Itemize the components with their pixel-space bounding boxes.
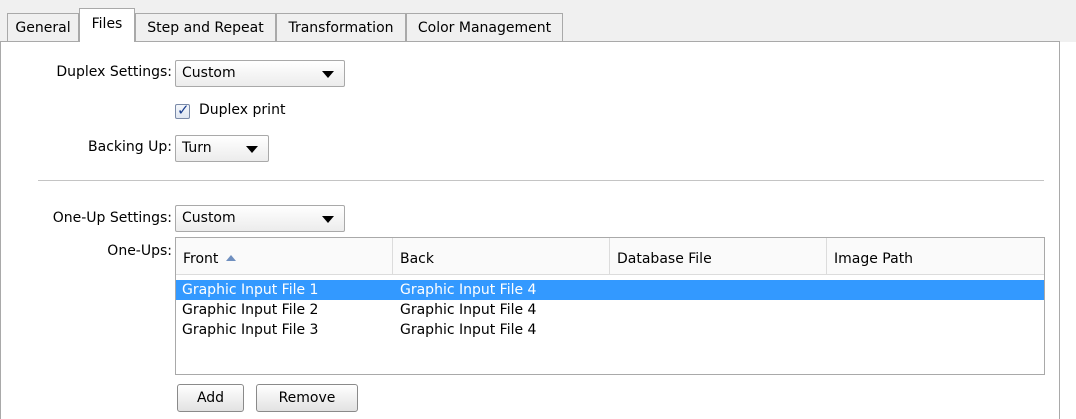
remove-button[interactable]: Remove: [256, 384, 358, 412]
duplex-settings-select[interactable]: Custom: [175, 60, 345, 87]
cell-front: Graphic Input File 2: [182, 302, 319, 318]
checkmark-icon: ✓: [177, 101, 190, 119]
column-header-label: Front: [183, 251, 219, 267]
tab-transformation[interactable]: Transformation: [276, 13, 406, 41]
duplex-print-label: Duplex print: [199, 102, 286, 118]
chevron-down-icon: [246, 146, 258, 153]
table-row[interactable]: Graphic Input File 3 Graphic Input File …: [176, 320, 1044, 340]
cell-front: Graphic Input File 3: [182, 322, 319, 338]
tab-step-and-repeat[interactable]: Step and Repeat: [135, 13, 276, 41]
tab-color-management[interactable]: Color Management: [406, 13, 563, 41]
one-up-settings-select[interactable]: Custom: [175, 205, 345, 232]
backing-up-label: Backing Up:: [88, 139, 172, 155]
duplex-settings-label: Duplex Settings:: [56, 64, 172, 80]
duplex-print-checkbox[interactable]: ✓: [175, 101, 190, 119]
column-header-back[interactable]: Back: [393, 238, 610, 274]
one-ups-table[interactable]: Front Back Database File Image Path Grap…: [175, 237, 1045, 375]
tab-files[interactable]: Files: [79, 8, 135, 42]
one-ups-label: One-Ups:: [107, 243, 172, 259]
cell-front: Graphic Input File 1: [182, 282, 319, 298]
chevron-down-icon: [322, 71, 334, 78]
column-header-database-file[interactable]: Database File: [610, 238, 827, 274]
tab-bar: General Files Step and Repeat Transforma…: [0, 0, 1076, 42]
chevron-down-icon: [322, 216, 334, 223]
tab-general[interactable]: General: [7, 13, 79, 41]
duplex-settings-value: Custom: [182, 65, 236, 81]
backing-up-select[interactable]: Turn: [175, 135, 269, 162]
add-button[interactable]: Add: [177, 384, 244, 412]
one-up-settings-label: One-Up Settings:: [52, 210, 172, 226]
backing-up-value: Turn: [182, 140, 212, 156]
one-up-settings-value: Custom: [182, 210, 236, 226]
table-header: Front Back Database File Image Path: [176, 238, 1044, 275]
sort-ascending-icon: [226, 255, 237, 261]
table-row[interactable]: Graphic Input File 2 Graphic Input File …: [176, 300, 1044, 320]
cell-back: Graphic Input File 4: [400, 302, 537, 318]
column-header-front[interactable]: Front: [176, 238, 393, 274]
table-row[interactable]: Graphic Input File 1 Graphic Input File …: [176, 280, 1044, 300]
cell-back: Graphic Input File 4: [400, 282, 537, 298]
column-header-image-path[interactable]: Image Path: [827, 238, 1044, 274]
section-divider: [38, 180, 1044, 181]
cell-back: Graphic Input File 4: [400, 322, 537, 338]
